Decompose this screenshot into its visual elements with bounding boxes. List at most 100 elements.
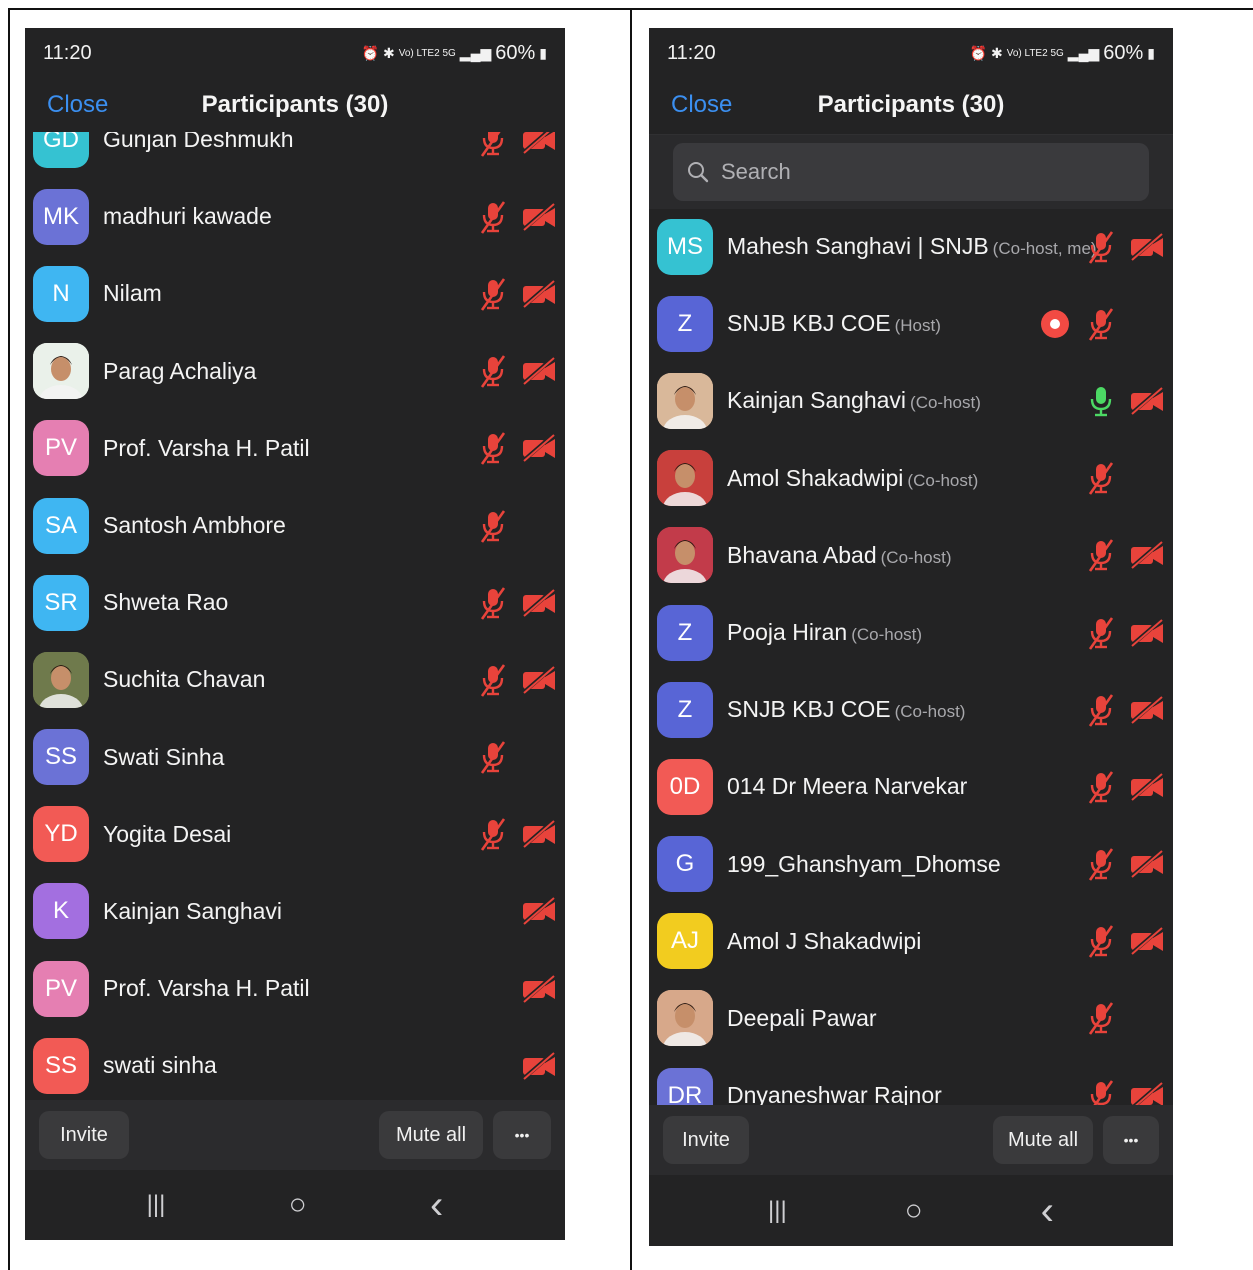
participant-status-icons: [1083, 690, 1165, 730]
search-input[interactable]: [719, 158, 1043, 186]
back-icon[interactable]: ‹: [1041, 1189, 1054, 1234]
mic-muted-icon: [475, 739, 511, 775]
participant-status-icons: [475, 132, 557, 160]
mute-all-button[interactable]: Mute all: [993, 1116, 1093, 1164]
home-icon[interactable]: ○: [289, 1188, 307, 1222]
participant-row[interactable]: Z SNJB KBJ COE (Co-host): [649, 671, 1173, 748]
participant-row[interactable]: Z SNJB KBJ COE (Host): [649, 285, 1173, 362]
mic-muted-icon: [1083, 692, 1119, 728]
video-slot-empty: [1129, 306, 1165, 342]
avatar-initials: SS: [44, 1051, 77, 1079]
participant-row[interactable]: Deepali Pawar: [649, 980, 1173, 1057]
participant-status-icons: [475, 197, 557, 237]
close-button[interactable]: Close: [671, 91, 732, 119]
participant-name-block: Dnyaneshwar Rajnor: [727, 1082, 942, 1105]
participant-row[interactable]: Bhavana Abad (Co-host): [649, 517, 1173, 594]
participant-row[interactable]: DR Dnyaneshwar Rajnor: [649, 1057, 1173, 1105]
participant-row[interactable]: K Kainjan Sanghavi: [25, 873, 565, 950]
participant-name: Mahesh Sanghavi | SNJB: [727, 233, 989, 260]
participant-name-block: Mahesh Sanghavi | SNJB (Co-host, me): [727, 233, 1097, 260]
avatar-initials: Z: [677, 309, 693, 337]
participant-name-block: 014 Dr Meera Narvekar: [727, 773, 967, 800]
video-off-icon: [521, 1048, 557, 1084]
participant-name-block: Deepali Pawar: [727, 1005, 877, 1032]
mic-muted-icon: [475, 662, 511, 698]
participant-name: Shweta Rao: [103, 589, 229, 616]
participant-name: Swati Sinha: [103, 743, 225, 770]
participant-row[interactable]: Amol Shakadwipi (Co-host): [649, 440, 1173, 517]
participant-name-block: Suchita Chavan: [103, 666, 265, 693]
video-off-icon: [1129, 383, 1165, 419]
mic-muted-icon: [475, 199, 511, 235]
participant-name: Prof. Varsha H. Patil: [103, 975, 310, 1002]
avatar-initials: Z: [677, 695, 693, 723]
participant-row[interactable]: MK madhuri kawade: [25, 178, 565, 255]
participant-row[interactable]: SA Santosh Ambhore: [25, 487, 565, 564]
mic-muted-icon: [475, 430, 511, 466]
mute-all-button[interactable]: Mute all: [379, 1111, 483, 1159]
signal-text: Vo) LTE2 5G: [1006, 47, 1064, 59]
participant-row[interactable]: GD Gunjan Deshmukh: [25, 132, 565, 178]
avatar-initials: G: [675, 850, 695, 878]
participant-row[interactable]: Parag Achaliya: [25, 333, 565, 410]
avatar: SR: [33, 574, 89, 631]
invite-button[interactable]: Invite: [663, 1116, 749, 1164]
participant-row[interactable]: PV Prof. Varsha H. Patil: [25, 950, 565, 1027]
participant-name: Kainjan Sanghavi: [727, 387, 907, 414]
participant-row[interactable]: AJ Amol J Shakadwipi: [649, 903, 1173, 980]
participant-row[interactable]: Z Pooja Hiran (Co-host): [649, 594, 1173, 671]
participant-row[interactable]: 0D 014 Dr Meera Narvekar: [649, 748, 1173, 825]
participants-header: Close Participants (30): [25, 78, 565, 132]
participants-list[interactable]: GD Gunjan Deshmukh MK madhuri kawade N Nilam P…: [25, 132, 565, 1100]
avatar-initials: SR: [44, 588, 78, 616]
mic-muted-icon: [475, 585, 511, 621]
participant-row[interactable]: SR Shweta Rao: [25, 564, 565, 641]
participant-status-icons: [475, 506, 557, 546]
avatar-initials: YD: [44, 820, 78, 848]
participant-name-block: swati sinha: [103, 1052, 217, 1079]
participant-row[interactable]: SS swati sinha: [25, 1027, 565, 1100]
participant-row[interactable]: MS Mahesh Sanghavi | SNJB (Co-host, me): [649, 208, 1173, 285]
participant-name-block: Santosh Ambhore: [103, 512, 286, 539]
participant-row[interactable]: PV Prof. Varsha H. Patil: [25, 410, 565, 487]
home-icon[interactable]: ○: [905, 1194, 923, 1228]
recording-icon: [1037, 306, 1073, 342]
participant-row[interactable]: G 199_Ghanshyam_Dhomse: [649, 826, 1173, 903]
participant-name-block: Gunjan Deshmukh: [103, 132, 294, 153]
mic-muted-icon: [1083, 923, 1119, 959]
participant-name-block: Prof. Varsha H. Patil: [103, 435, 310, 462]
video-off-icon: [521, 430, 557, 466]
participant-row[interactable]: Kainjan Sanghavi (Co-host): [649, 362, 1173, 439]
video-off-icon: [1129, 692, 1165, 728]
participant-row[interactable]: YD Yogita Desai: [25, 796, 565, 873]
participant-name: Prof. Varsha H. Patil: [103, 434, 310, 461]
participants-header: Close Participants (30): [649, 78, 1173, 132]
invite-button[interactable]: Invite: [39, 1111, 129, 1159]
close-button[interactable]: Close: [47, 91, 108, 119]
participant-status-icons: [475, 351, 557, 391]
participant-status-icons: [475, 737, 557, 777]
search-bar: [649, 134, 1173, 209]
participants-list[interactable]: MS Mahesh Sanghavi | SNJB (Co-host, me) Z SN…: [649, 208, 1173, 1105]
video-off-icon: [521, 971, 557, 1007]
participant-name-block: Shweta Rao: [103, 589, 228, 616]
participant-status-icons: [1083, 381, 1165, 421]
participant-status-icons: [521, 969, 557, 1009]
participant-status-icons: [1083, 998, 1165, 1038]
participant-role: (Co-host): [851, 625, 923, 645]
video-off-icon: [521, 276, 557, 312]
mic-muted-icon: [1083, 306, 1119, 342]
more-options-button[interactable]: •••: [1103, 1116, 1159, 1164]
participant-row[interactable]: Suchita Chavan: [25, 641, 565, 718]
participant-row[interactable]: N Nilam: [25, 255, 565, 332]
more-options-button[interactable]: •••: [493, 1111, 551, 1159]
search-box[interactable]: [673, 143, 1149, 201]
avatar-initials: MS: [667, 232, 703, 260]
recents-icon[interactable]: |||: [768, 1197, 787, 1225]
recents-icon[interactable]: |||: [147, 1191, 166, 1219]
participant-name-block: Prof. Varsha H. Patil: [103, 975, 310, 1002]
bluetooth-icon: ✱: [990, 44, 1003, 61]
back-icon[interactable]: ‹: [430, 1183, 443, 1228]
battery-level: 60%: [1103, 41, 1144, 64]
participant-row[interactable]: SS Swati Sinha: [25, 719, 565, 796]
